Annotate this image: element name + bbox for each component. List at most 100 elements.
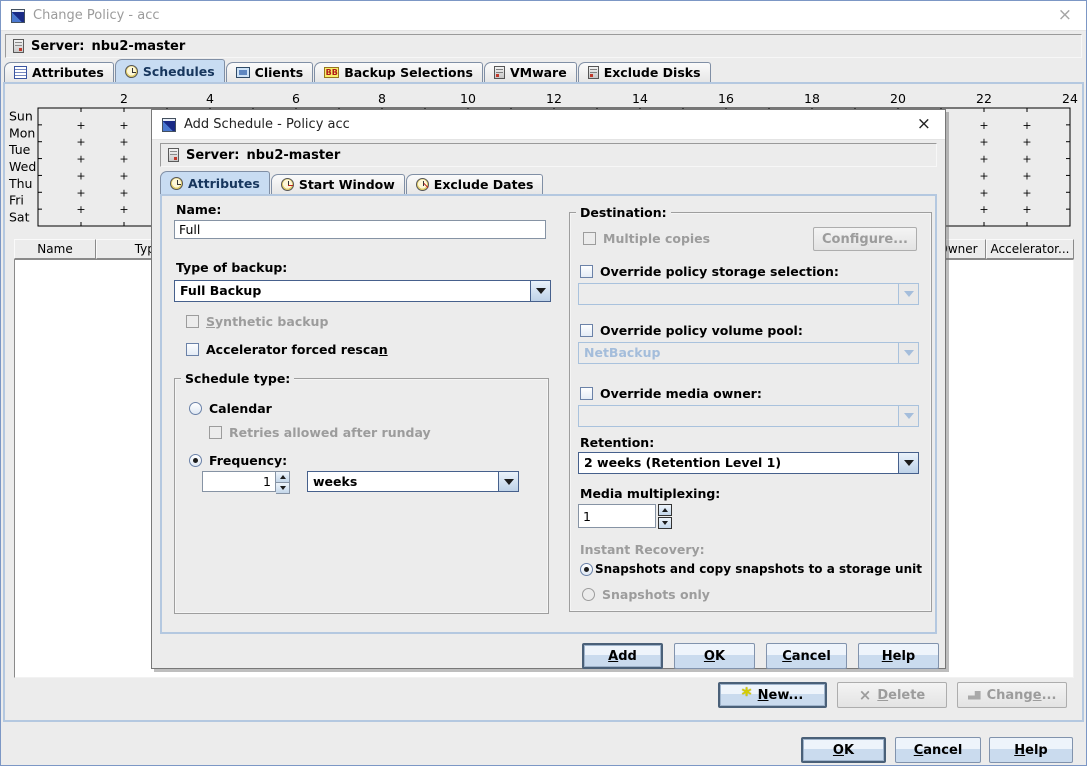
vmware-tab-icon bbox=[494, 66, 505, 79]
svg-text:+: + bbox=[76, 203, 85, 216]
dialog-tab-exclude-dates[interactable]: Exclude Dates bbox=[406, 174, 544, 194]
dialog-help-button[interactable]: Help bbox=[858, 643, 939, 669]
cancel-button[interactable]: Cancel bbox=[895, 737, 981, 763]
schedule-type-group: Schedule type: Calendar Retries allowed … bbox=[174, 378, 549, 614]
tab-clients[interactable]: Clients bbox=[226, 62, 314, 82]
add-button[interactable]: Add bbox=[582, 643, 663, 669]
svg-text:Sun: Sun bbox=[9, 108, 33, 123]
svg-text:+: + bbox=[1022, 203, 1031, 216]
instant-recovery-label: Instant Recovery: bbox=[580, 542, 705, 557]
spinner-up-icon[interactable] bbox=[658, 504, 672, 516]
name-input[interactable] bbox=[174, 220, 546, 239]
svg-text:4: 4 bbox=[206, 91, 214, 106]
svg-text:14: 14 bbox=[632, 91, 648, 106]
accelerator-forced-rescan-checkbox[interactable]: Accelerator forced rescan bbox=[186, 342, 388, 357]
svg-text:22: 22 bbox=[976, 91, 992, 106]
snapshots-only-radio[interactable]: Snapshots only bbox=[582, 587, 710, 602]
spinner-down-icon[interactable] bbox=[276, 483, 290, 494]
svg-text:+: + bbox=[979, 203, 988, 216]
dialog-tab-start-window[interactable]: Start Window bbox=[271, 174, 405, 194]
policy-tabs: Attributes Schedules Clients BB Backup S… bbox=[4, 59, 712, 82]
delete-button[interactable]: × Delete bbox=[837, 682, 947, 708]
synthetic-backup-checkbox[interactable]: Synthetic backup bbox=[186, 314, 328, 329]
override-media-owner-combo[interactable] bbox=[578, 405, 919, 427]
tab-schedules[interactable]: Schedules bbox=[115, 59, 225, 82]
svg-text:+: + bbox=[119, 153, 128, 166]
frequency-value-input[interactable] bbox=[202, 471, 276, 492]
svg-text:+: + bbox=[1022, 186, 1031, 199]
radio-icon bbox=[580, 563, 593, 576]
type-of-backup-label: Type of backup: bbox=[176, 260, 287, 275]
new-button[interactable]: * New... bbox=[718, 682, 827, 708]
override-volume-pool-combo[interactable]: NetBackup bbox=[578, 342, 919, 364]
ok-button[interactable]: OK bbox=[801, 737, 886, 763]
multiple-copies-checkbox[interactable]: Multiple copies bbox=[583, 231, 710, 246]
dialog-tabs: Attributes Start Window Exclude Dates bbox=[160, 171, 544, 194]
svg-text:+: + bbox=[76, 136, 85, 149]
attributes-tab-icon bbox=[14, 66, 27, 79]
combo-arrow-icon[interactable] bbox=[498, 472, 518, 491]
retention-combo[interactable]: 2 weeks (Retention Level 1) bbox=[578, 452, 919, 474]
override-storage-combo[interactable] bbox=[578, 283, 919, 305]
dialog-server-label: Server: bbox=[186, 148, 240, 163]
dialog-tab-attributes[interactable]: Attributes bbox=[160, 171, 270, 194]
combo-arrow-icon[interactable] bbox=[530, 281, 550, 301]
column-header-accelerator[interactable]: Accelerator... bbox=[986, 239, 1074, 259]
calendar-radio[interactable]: Calendar bbox=[189, 401, 272, 416]
svg-text:+: + bbox=[1022, 119, 1031, 132]
svg-text:+: + bbox=[119, 119, 128, 132]
override-volume-pool-checkbox[interactable]: Override policy volume pool: bbox=[580, 323, 803, 338]
dialog-titlebar[interactable]: Add Schedule - Policy acc × bbox=[152, 110, 945, 140]
dialog-cancel-button[interactable]: Cancel bbox=[766, 643, 847, 669]
svg-text:+: + bbox=[1022, 136, 1031, 149]
svg-text:+: + bbox=[119, 203, 128, 216]
dialog-ok-button[interactable]: OK bbox=[674, 643, 755, 669]
tab-exclude-disks[interactable]: Exclude Disks bbox=[578, 62, 711, 82]
tab-backup-selections[interactable]: BB Backup Selections bbox=[314, 62, 483, 82]
checkbox-icon bbox=[186, 343, 199, 356]
svg-text:2: 2 bbox=[120, 91, 128, 106]
backup-selections-tab-icon: BB bbox=[324, 67, 339, 78]
checkbox-icon bbox=[580, 324, 593, 337]
snapshots-and-copy-radio[interactable]: Snapshots and copy snapshots to a storag… bbox=[580, 562, 922, 576]
close-icon[interactable]: × bbox=[1054, 7, 1076, 24]
retries-after-runday-checkbox[interactable]: Retries allowed after runday bbox=[209, 425, 431, 440]
dialog-app-icon bbox=[162, 118, 176, 132]
svg-text:+: + bbox=[1022, 153, 1031, 166]
media-multiplexing-spinner[interactable] bbox=[578, 504, 672, 528]
override-storage-checkbox[interactable]: Override policy storage selection: bbox=[580, 264, 839, 279]
radio-icon bbox=[189, 402, 202, 415]
type-of-backup-combo[interactable]: Full Backup bbox=[174, 280, 551, 302]
svg-text:Mon: Mon bbox=[9, 125, 35, 140]
configure-button[interactable]: Configure... bbox=[813, 227, 917, 251]
dialog-close-icon[interactable]: × bbox=[913, 116, 935, 133]
spinner-up-icon[interactable] bbox=[276, 471, 290, 483]
window-titlebar[interactable]: Change Policy - acc × bbox=[1, 1, 1086, 31]
media-multiplexing-input[interactable] bbox=[578, 504, 656, 528]
combo-arrow-icon[interactable] bbox=[898, 453, 918, 473]
spinner-down-icon[interactable] bbox=[658, 517, 672, 529]
change-button[interactable]: Change... bbox=[957, 682, 1067, 708]
dialog-server-bar: Server: nbu2-master bbox=[160, 143, 937, 167]
column-header-name[interactable]: Name bbox=[14, 239, 96, 259]
svg-text:Wed: Wed bbox=[9, 159, 36, 174]
tab-attributes[interactable]: Attributes bbox=[4, 62, 114, 82]
svg-text:18: 18 bbox=[804, 91, 820, 106]
dialog-title: Add Schedule - Policy acc bbox=[184, 117, 350, 132]
svg-text:8: 8 bbox=[378, 91, 386, 106]
radio-icon bbox=[582, 588, 595, 601]
frequency-radio[interactable]: Frequency: bbox=[189, 453, 287, 468]
name-label: Name: bbox=[176, 202, 221, 217]
frequency-spinner[interactable] bbox=[202, 471, 290, 492]
svg-text:24: 24 bbox=[1062, 91, 1078, 106]
svg-text:6: 6 bbox=[292, 91, 300, 106]
svg-text:Tue: Tue bbox=[8, 142, 31, 157]
schedules-tab-icon bbox=[125, 65, 138, 78]
tab-vmware[interactable]: VMware bbox=[484, 62, 577, 82]
frequency-unit-combo[interactable]: weeks bbox=[307, 471, 519, 492]
checkbox-icon bbox=[583, 232, 596, 245]
help-button[interactable]: Help bbox=[989, 737, 1073, 763]
override-media-owner-checkbox[interactable]: Override media owner: bbox=[580, 386, 762, 401]
svg-text:+: + bbox=[76, 119, 85, 132]
svg-text:20: 20 bbox=[890, 91, 906, 106]
